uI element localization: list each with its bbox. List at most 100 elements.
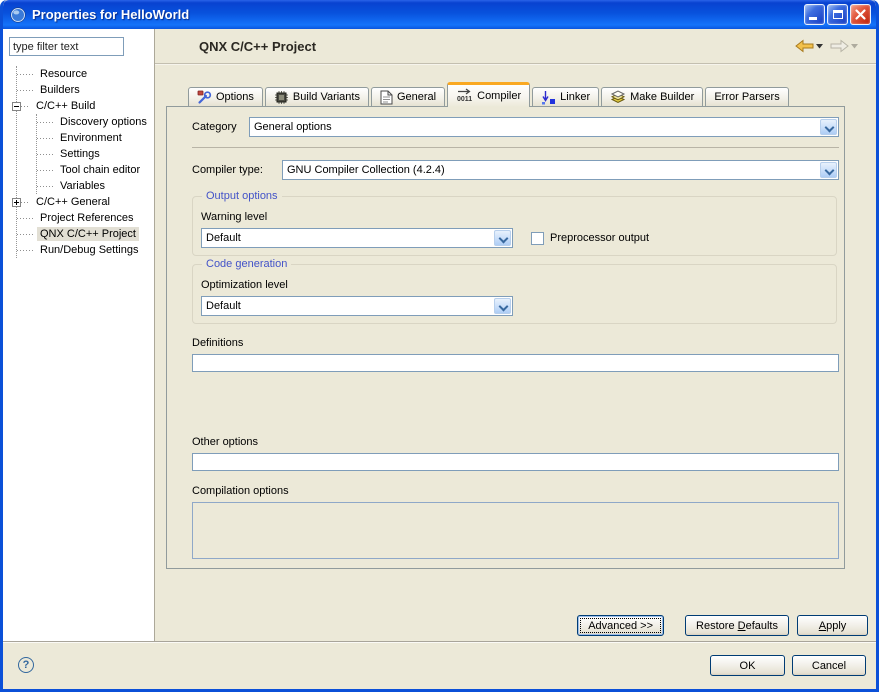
definitions-label: Definitions: [192, 337, 839, 349]
code-generation-group: Code generation Optimization level Defau…: [192, 264, 837, 324]
binary-icon: 0011: [456, 88, 473, 103]
maximize-button[interactable]: [827, 4, 848, 25]
tree-item-builders[interactable]: Builders: [17, 82, 148, 98]
tab-options[interactable]: Options: [188, 87, 263, 107]
tree-item-cpp-general[interactable]: C/C++ General: [17, 194, 148, 210]
ok-button[interactable]: OK: [710, 655, 785, 676]
dialog-footer: ? OK Cancel: [3, 641, 876, 689]
category-value: General options: [254, 121, 332, 133]
tab-label: Build Variants: [293, 91, 360, 103]
chevron-down-icon[interactable]: [494, 230, 511, 246]
tab-linker[interactable]: Linker: [532, 87, 599, 107]
compilation-options-textarea[interactable]: [192, 502, 839, 559]
restore-defaults-button[interactable]: Restore Defaults: [685, 615, 789, 636]
tree-connector: [21, 106, 30, 107]
tree-connector: [17, 90, 34, 91]
linker-arrow-icon: [541, 90, 556, 105]
close-button[interactable]: [850, 4, 871, 25]
close-icon: [851, 5, 870, 24]
compiler-tab-content: Category General options Compiler type: …: [166, 106, 845, 569]
tab-general[interactable]: General: [371, 87, 445, 107]
other-options-input[interactable]: [192, 453, 839, 471]
tree-connector: [37, 154, 54, 155]
chevron-down-icon[interactable]: [820, 162, 837, 178]
tab-error-parsers[interactable]: Error Parsers: [705, 87, 788, 107]
warning-level-select[interactable]: Default: [201, 228, 513, 248]
filter-input[interactable]: [9, 37, 124, 56]
chevron-down-icon[interactable]: [820, 119, 837, 135]
window-title: Properties for HelloWorld: [32, 7, 804, 22]
maximize-icon: [833, 10, 843, 19]
tab-label: Make Builder: [630, 91, 694, 103]
action-buttons: Advanced >> Restore Defaults Apply: [155, 615, 868, 636]
separator: [192, 147, 839, 148]
sidebar: Resource Builders C/C++ Build Discovery …: [3, 29, 155, 641]
expand-plus-icon[interactable]: [12, 198, 21, 207]
compiler-type-select[interactable]: GNU Compiler Collection (4.2.4): [282, 160, 839, 180]
tree-connector: [17, 234, 34, 235]
minimize-button[interactable]: [804, 4, 825, 25]
forward-dropdown-icon: [851, 44, 858, 49]
optimization-level-select[interactable]: Default: [201, 296, 513, 316]
tab-label: General: [397, 91, 436, 103]
preprocessor-output-label: Preprocessor output: [550, 232, 649, 244]
main-panel: QNX C/C++ Project: [155, 29, 876, 641]
compilation-options-label: Compilation options: [192, 485, 839, 497]
warning-level-label: Warning level: [201, 211, 828, 223]
tab-compiler[interactable]: 0011 Compiler: [447, 82, 530, 107]
svg-text:0011: 0011: [457, 96, 472, 103]
properties-dialog: Properties for HelloWorld Resource Build…: [0, 0, 879, 692]
tree-connector: [17, 218, 34, 219]
compiler-type-value: GNU Compiler Collection (4.2.4): [287, 164, 445, 176]
collapse-minus-icon[interactable]: [12, 102, 21, 111]
tree-item-tool-chain-editor[interactable]: Tool chain editor: [37, 162, 148, 178]
other-options-label: Other options: [192, 436, 839, 448]
tree-item-project-references[interactable]: Project References: [17, 210, 148, 226]
optimization-level-value: Default: [206, 300, 241, 312]
preprocessor-output-checkbox[interactable]: [531, 232, 544, 245]
chevron-down-icon[interactable]: [494, 298, 511, 314]
advanced-button[interactable]: Advanced >>: [577, 615, 664, 636]
tree-item-variables[interactable]: Variables: [37, 178, 148, 194]
tab-label: Error Parsers: [714, 91, 779, 103]
tree-connector: [17, 250, 34, 251]
window-icon: [10, 7, 26, 23]
tab-label: Compiler: [477, 90, 521, 102]
document-icon: [380, 90, 393, 105]
tree-connector: [37, 138, 54, 139]
group-title: Code generation: [202, 258, 291, 270]
optimization-level-label: Optimization level: [201, 279, 828, 291]
forward-button[interactable]: [828, 36, 860, 56]
definitions-input[interactable]: [192, 354, 839, 372]
tab-make-builder[interactable]: Make Builder: [601, 87, 703, 107]
minimize-icon: [809, 17, 817, 20]
cancel-button[interactable]: Cancel: [792, 655, 866, 676]
title-bar[interactable]: Properties for HelloWorld: [3, 0, 876, 29]
layers-icon: [610, 90, 626, 105]
tree-connector: [37, 186, 54, 187]
tree-item-cpp-build[interactable]: C/C++ Build: [17, 98, 148, 114]
help-icon[interactable]: ?: [18, 657, 34, 673]
tree-item-settings[interactable]: Settings: [37, 146, 148, 162]
tools-icon: [197, 90, 212, 105]
category-select[interactable]: General options: [249, 117, 839, 137]
tree-item-run-debug-settings[interactable]: Run/Debug Settings: [17, 242, 148, 258]
tree-connector: [21, 202, 30, 203]
tab-label: Linker: [560, 91, 590, 103]
output-options-group: Output options Warning level Default Pre…: [192, 196, 837, 256]
category-label: Category: [192, 121, 249, 133]
tree-connector: [17, 74, 34, 75]
tree-item-discovery-options[interactable]: Discovery options: [37, 114, 148, 130]
tree-connector: [37, 122, 54, 123]
compiler-type-label: Compiler type:: [192, 164, 282, 176]
back-button[interactable]: [793, 36, 825, 56]
tab-build-variants[interactable]: Build Variants: [265, 87, 369, 107]
tree-item-resource[interactable]: Resource: [17, 66, 148, 82]
chip-icon: [274, 90, 289, 105]
group-title: Output options: [202, 190, 282, 202]
tree-item-qnx-project[interactable]: QNX C/C++ Project: [17, 226, 148, 242]
properties-tree: Resource Builders C/C++ Build Discovery …: [9, 66, 148, 258]
tree-item-environment[interactable]: Environment: [37, 130, 148, 146]
back-dropdown-icon: [816, 44, 823, 49]
apply-button[interactable]: Apply: [797, 615, 868, 636]
